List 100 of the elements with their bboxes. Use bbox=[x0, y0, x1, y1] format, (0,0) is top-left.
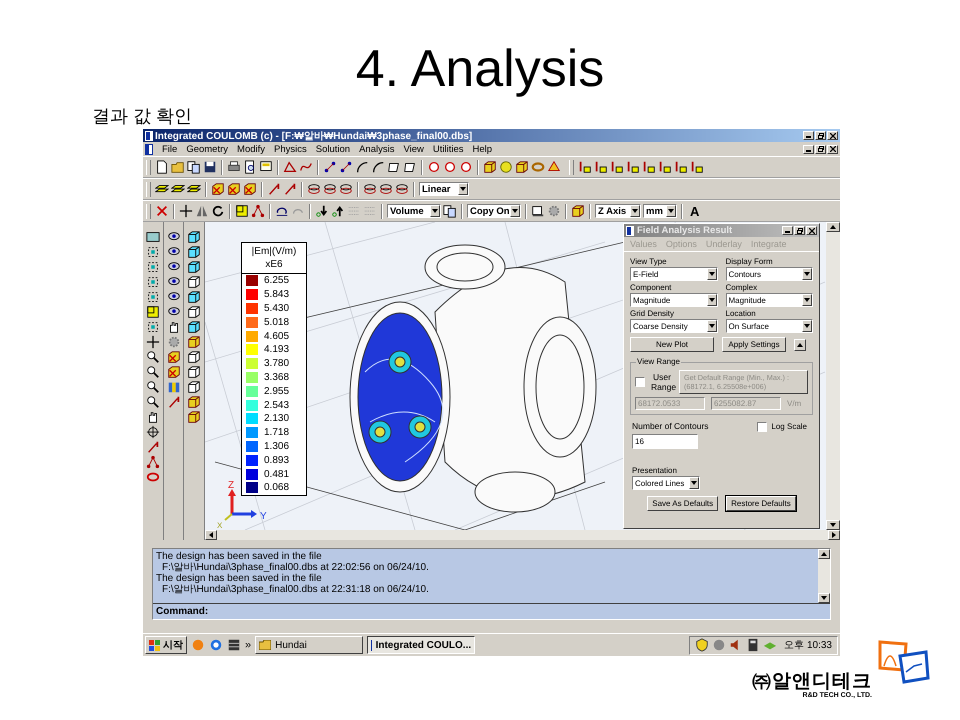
down-arrow-icon[interactable] bbox=[315, 204, 329, 218]
square-icon[interactable] bbox=[235, 204, 249, 218]
up-arrow-icon[interactable] bbox=[331, 204, 345, 218]
close-button[interactable] bbox=[827, 131, 838, 140]
save-defaults-button[interactable]: Save As Defaults bbox=[647, 496, 718, 511]
cube-icon[interactable] bbox=[187, 380, 202, 394]
new-file-icon[interactable] bbox=[155, 160, 169, 174]
angle-line-icon[interactable] bbox=[283, 160, 297, 174]
menu-item[interactable]: Solution bbox=[316, 144, 350, 154]
cube-icon[interactable] bbox=[187, 260, 202, 274]
camera-icon[interactable] bbox=[531, 204, 545, 218]
delete-icon[interactable] bbox=[155, 204, 169, 218]
pointer-icon[interactable] bbox=[166, 395, 180, 409]
taskbar-button[interactable]: Integrated COULO... bbox=[367, 636, 476, 654]
minimize-button[interactable] bbox=[803, 131, 814, 140]
measure-icon[interactable] bbox=[690, 160, 704, 174]
cube-icon[interactable] bbox=[483, 160, 497, 174]
measure-icon[interactable] bbox=[658, 160, 672, 174]
measure-icon[interactable] bbox=[674, 160, 688, 174]
menu-item[interactable]: Analysis bbox=[359, 144, 394, 154]
shield-icon[interactable] bbox=[695, 638, 710, 652]
fit-view-icon[interactable] bbox=[146, 245, 160, 259]
target-icon[interactable] bbox=[146, 425, 160, 439]
menu-item[interactable]: Modify bbox=[237, 144, 266, 154]
measure-icon[interactable] bbox=[642, 160, 656, 174]
restore-button[interactable] bbox=[794, 226, 805, 235]
cube-icon[interactable] bbox=[187, 335, 202, 349]
scrollbar[interactable] bbox=[826, 222, 840, 530]
circle-icon[interactable] bbox=[443, 160, 457, 174]
crossed-cube-icon[interactable] bbox=[243, 182, 257, 196]
copy-icon[interactable] bbox=[443, 204, 457, 218]
zoom-icon[interactable] bbox=[146, 380, 160, 394]
checkbox[interactable] bbox=[635, 377, 645, 387]
dropdown[interactable]: Copy On bbox=[467, 204, 521, 218]
dropdown[interactable]: E-Field bbox=[630, 267, 718, 281]
loop-icon[interactable] bbox=[339, 182, 353, 196]
measure-icon[interactable] bbox=[578, 160, 592, 174]
cube-icon[interactable] bbox=[187, 290, 202, 304]
menu-item[interactable]: Geometry bbox=[186, 144, 228, 154]
menu-item[interactable]: File bbox=[162, 144, 178, 154]
scrollbar[interactable] bbox=[205, 530, 840, 540]
rotate-icon[interactable] bbox=[211, 204, 225, 218]
fit-view-icon[interactable] bbox=[146, 290, 160, 304]
pointer-icon[interactable] bbox=[267, 182, 281, 196]
book-icon[interactable] bbox=[166, 380, 180, 394]
dropdown[interactable]: Linear bbox=[419, 182, 469, 196]
dropdown[interactable]: Magnitude bbox=[726, 293, 813, 307]
cube-icon[interactable] bbox=[187, 275, 202, 289]
pointer-icon[interactable] bbox=[283, 182, 297, 196]
restore-defaults-button[interactable]: Restore Defaults bbox=[726, 496, 796, 511]
cube-icon[interactable] bbox=[571, 204, 585, 218]
cube-icon[interactable] bbox=[187, 305, 202, 319]
zoom-icon[interactable] bbox=[146, 395, 160, 409]
start-button[interactable]: 시작 bbox=[145, 636, 187, 654]
restore-button[interactable] bbox=[815, 131, 826, 140]
dropdown[interactable]: On Surface bbox=[726, 319, 813, 333]
cube-icon[interactable] bbox=[515, 160, 529, 174]
calculator-icon[interactable] bbox=[746, 638, 760, 652]
minimize-button[interactable] bbox=[803, 144, 814, 154]
chevron-button[interactable]: » bbox=[245, 639, 252, 651]
save-icon[interactable] bbox=[203, 160, 217, 174]
move-icon[interactable] bbox=[146, 335, 160, 349]
close-button[interactable] bbox=[827, 144, 838, 154]
loop-icon[interactable] bbox=[395, 182, 409, 196]
dropdown[interactable]: Z Axis bbox=[595, 204, 641, 218]
polygon-icon[interactable] bbox=[387, 160, 401, 174]
loop-icon[interactable] bbox=[379, 182, 393, 196]
cube-icon[interactable] bbox=[187, 410, 202, 424]
ellipse-icon[interactable] bbox=[146, 470, 160, 484]
measure-icon[interactable] bbox=[626, 160, 640, 174]
circle-icon[interactable] bbox=[427, 160, 441, 174]
minimize-button[interactable] bbox=[782, 226, 793, 235]
menu-item[interactable]: Physics bbox=[274, 144, 307, 154]
dropdown[interactable]: Magnitude bbox=[630, 293, 718, 307]
sphere-icon[interactable] bbox=[499, 160, 513, 174]
taskbar-button[interactable]: Hundai bbox=[255, 636, 364, 654]
fit-view-icon[interactable] bbox=[146, 320, 160, 334]
points-icon[interactable] bbox=[323, 160, 337, 174]
crossed-cube-icon[interactable] bbox=[227, 182, 241, 196]
print-icon[interactable] bbox=[227, 160, 241, 174]
cube-icon[interactable] bbox=[187, 350, 202, 364]
measure-icon[interactable] bbox=[594, 160, 608, 174]
dropdown[interactable]: Volume bbox=[387, 204, 441, 218]
fit-view-icon[interactable] bbox=[146, 275, 160, 289]
move-icon[interactable] bbox=[179, 204, 193, 218]
menu-item[interactable]: View bbox=[403, 144, 424, 154]
arc-icon[interactable] bbox=[355, 160, 369, 174]
mirror-icon[interactable] bbox=[195, 204, 209, 218]
copy-icon[interactable] bbox=[187, 160, 201, 174]
loop-icon[interactable] bbox=[323, 182, 337, 196]
circle-icon[interactable] bbox=[459, 160, 473, 174]
open-folder-icon[interactable] bbox=[171, 160, 185, 174]
crossed-cube-icon[interactable] bbox=[211, 182, 225, 196]
contours-field[interactable]: 16 bbox=[632, 434, 698, 449]
cube-icon[interactable] bbox=[187, 230, 202, 244]
cone-icon[interactable] bbox=[547, 160, 561, 174]
collapse-button[interactable] bbox=[794, 338, 806, 350]
crossed-cube-icon[interactable] bbox=[166, 350, 180, 364]
restore-button[interactable] bbox=[815, 144, 826, 154]
menu-item[interactable]: Help bbox=[472, 144, 492, 154]
